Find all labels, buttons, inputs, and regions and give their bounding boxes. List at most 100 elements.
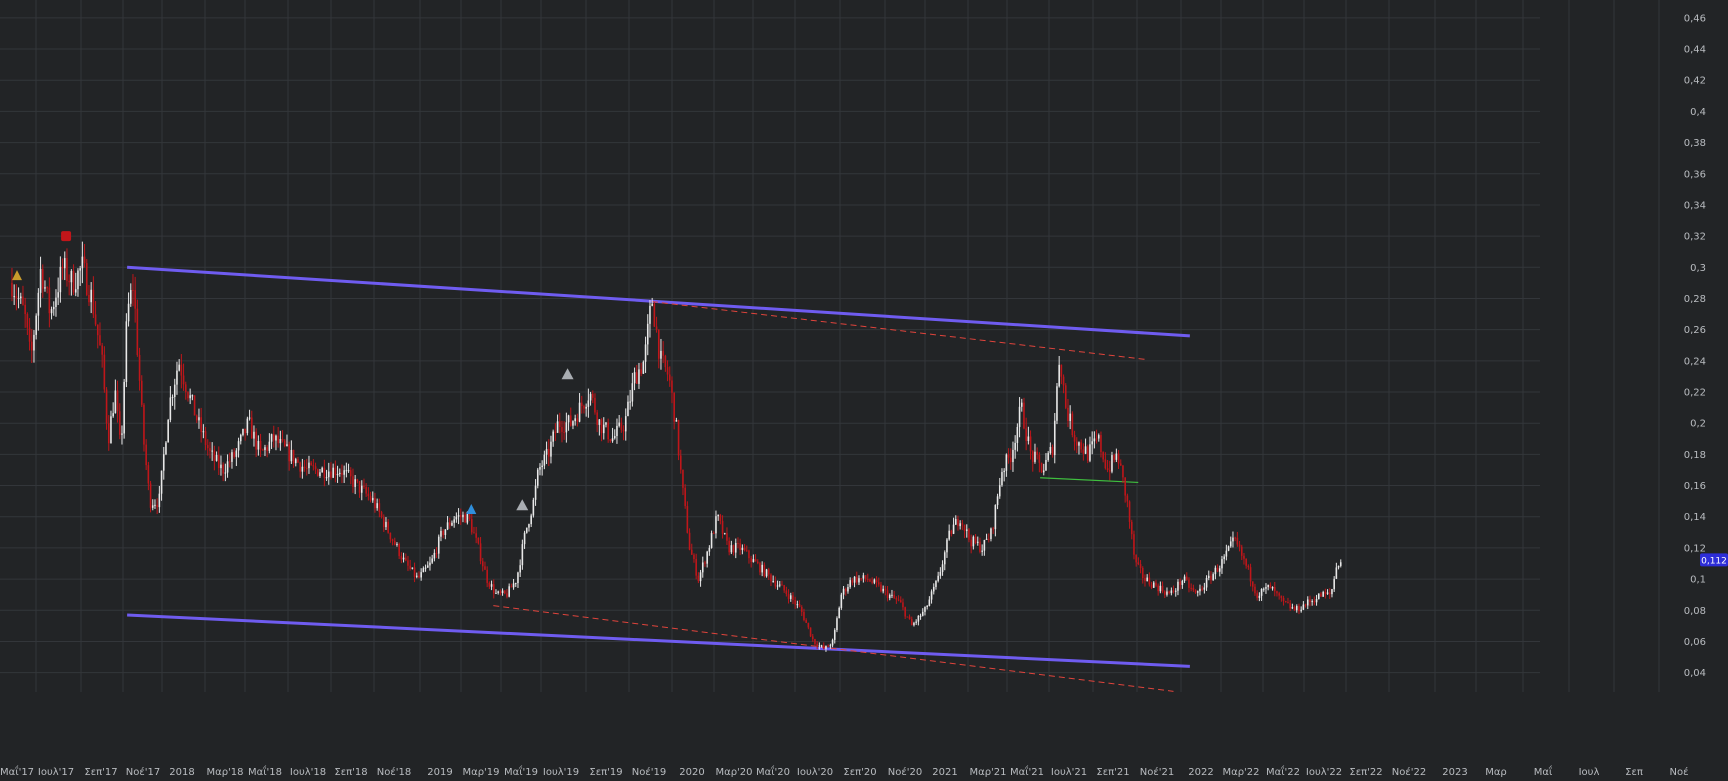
candle-body: [974, 536, 977, 543]
candle-body: [875, 579, 878, 583]
candle-body: [1333, 578, 1335, 590]
candle-body: [576, 418, 579, 422]
candle-body: [1135, 554, 1137, 563]
candle-body: [596, 412, 598, 425]
candle-body: [301, 466, 304, 472]
candle-body: [63, 258, 66, 269]
candle-body: [697, 575, 700, 582]
candle-body: [270, 434, 273, 442]
candle-body: [594, 397, 596, 413]
x-tick-label: Ιουλ: [1579, 767, 1600, 778]
candle-body: [1221, 559, 1223, 569]
candle-body: [338, 472, 341, 474]
candle-body: [176, 370, 178, 385]
candle-body: [162, 454, 165, 471]
candle-body: [558, 421, 561, 428]
candle-body: [288, 444, 290, 462]
price-chart[interactable]: 0,04 0,06 0,08 0,1 0,12 0,14 0,16 0,18 0,2 0,22 0,…: [0, 0, 1728, 781]
candle-body: [1260, 588, 1263, 596]
candle-body: [492, 584, 495, 594]
candle-body: [765, 569, 768, 577]
x-tick-label: Σεπ'22: [1349, 767, 1382, 778]
candle-body: [726, 533, 728, 541]
candle-body: [704, 562, 706, 564]
x-tick-label: Νοέ'18: [377, 766, 411, 778]
x-tick-label: Ιουλ'21: [1051, 767, 1087, 778]
candle-body: [981, 550, 983, 552]
candle-body: [1172, 590, 1175, 592]
candle-body: [633, 372, 636, 384]
x-tick-label: Μαρ'18: [206, 767, 243, 778]
candle-body: [926, 605, 928, 607]
candle-body: [354, 479, 356, 487]
candle-body: [358, 481, 361, 493]
candle-body: [690, 549, 693, 555]
y-tick-label: 0,06: [1684, 637, 1706, 648]
candle-body: [525, 527, 528, 533]
candle-body: [1280, 595, 1283, 598]
candle-body: [992, 528, 994, 530]
candle-body: [228, 461, 231, 463]
candle-body: [33, 334, 35, 351]
candle-body: [1205, 577, 1208, 588]
candle-body: [508, 586, 510, 597]
candle-body: [314, 466, 317, 470]
candle-body: [143, 404, 145, 445]
candle-body: [567, 415, 570, 423]
candle-body: [789, 595, 792, 599]
candle-body: [165, 442, 167, 455]
candle-body: [325, 477, 328, 479]
candle-body: [580, 402, 583, 407]
candle-body: [486, 569, 488, 583]
candle-body: [268, 441, 271, 451]
candle-body: [671, 380, 673, 393]
x-tick-label: Μαΐ'22: [1266, 764, 1300, 778]
candle-body: [1335, 567, 1338, 579]
candle-body: [224, 472, 227, 474]
candle-body: [173, 384, 176, 397]
candle-body: [305, 468, 308, 470]
candle-body: [202, 431, 205, 433]
candle-body: [1152, 582, 1155, 588]
candle-body: [187, 392, 189, 399]
x-tick-label: 2018: [169, 767, 194, 778]
x-tick-label: Νοέ'21: [1140, 766, 1174, 778]
candle-body: [286, 444, 288, 446]
candle-body: [277, 435, 279, 444]
candle-body: [389, 532, 392, 540]
candle-body: [1313, 601, 1316, 603]
event-flag-icon[interactable]: [61, 231, 72, 242]
candle-body: [1075, 441, 1078, 446]
candle-body: [99, 335, 101, 346]
candle-body: [444, 529, 447, 536]
candle-body: [341, 472, 343, 475]
candle-body: [1082, 449, 1085, 454]
candle-body: [1331, 589, 1333, 595]
candle-body: [796, 604, 799, 606]
x-tick-label: Μαρ: [1485, 767, 1507, 778]
candle-body: [1192, 587, 1195, 591]
candle-body: [347, 470, 350, 472]
candle-body: [906, 616, 909, 618]
candle-body: [1045, 460, 1047, 471]
candle-body: [1179, 581, 1181, 585]
candle-body: [1040, 462, 1043, 473]
candle-body: [1097, 435, 1100, 439]
x-tick-label: Ιουλ'20: [797, 767, 833, 778]
candle-body: [235, 450, 238, 457]
candle-body: [972, 536, 975, 547]
x-tick-label: Μαΐ'17: [0, 764, 34, 778]
candle-body: [569, 415, 572, 426]
candle-body: [68, 280, 70, 283]
candle-body: [1126, 495, 1129, 502]
candle-body: [204, 431, 207, 446]
candle-body: [1258, 595, 1261, 598]
candle-body: [462, 514, 464, 518]
candle-body: [402, 557, 405, 560]
candle-body: [653, 303, 656, 327]
y-tick-label: 0,04: [1684, 668, 1706, 679]
y-tick-label: 0,12: [1684, 543, 1706, 554]
candle-body: [85, 263, 88, 295]
candle-body: [1190, 587, 1192, 589]
candle-body: [781, 584, 783, 586]
